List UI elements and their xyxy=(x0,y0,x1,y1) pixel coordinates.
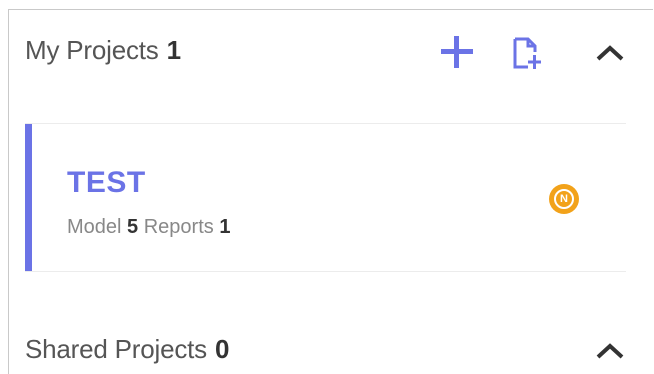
plus-icon xyxy=(441,36,473,68)
shared-projects-header: Shared Projects 0 xyxy=(25,329,645,369)
chevron-up-icon xyxy=(596,45,624,61)
collapse-shared-projects-button[interactable] xyxy=(593,338,627,364)
new-file-button[interactable] xyxy=(510,35,544,71)
chevron-up-icon xyxy=(596,343,624,359)
my-projects-count: 1 xyxy=(166,34,182,65)
project-meta: Model 5 Reports 1 xyxy=(67,216,230,239)
add-project-button[interactable] xyxy=(438,33,476,71)
reports-count: 1 xyxy=(219,216,231,238)
new-file-icon xyxy=(513,37,541,69)
my-projects-title: My Projects xyxy=(25,34,159,65)
card-accent-bar xyxy=(25,124,32,271)
project-card-test[interactable]: TEST Model 5 Reports 1 N xyxy=(25,123,626,272)
status-badge: N xyxy=(549,184,579,214)
shared-projects-count: 0 xyxy=(214,333,230,364)
shared-projects-title: Shared Projects xyxy=(25,333,207,364)
project-name[interactable]: TEST xyxy=(67,166,146,200)
my-projects-header: My Projects 1 xyxy=(25,30,645,70)
badge-letter: N xyxy=(554,189,574,209)
model-label: Model xyxy=(67,216,122,238)
reports-label: Reports xyxy=(143,216,214,238)
collapse-my-projects-button[interactable] xyxy=(593,40,627,66)
model-count: 5 xyxy=(127,216,139,238)
